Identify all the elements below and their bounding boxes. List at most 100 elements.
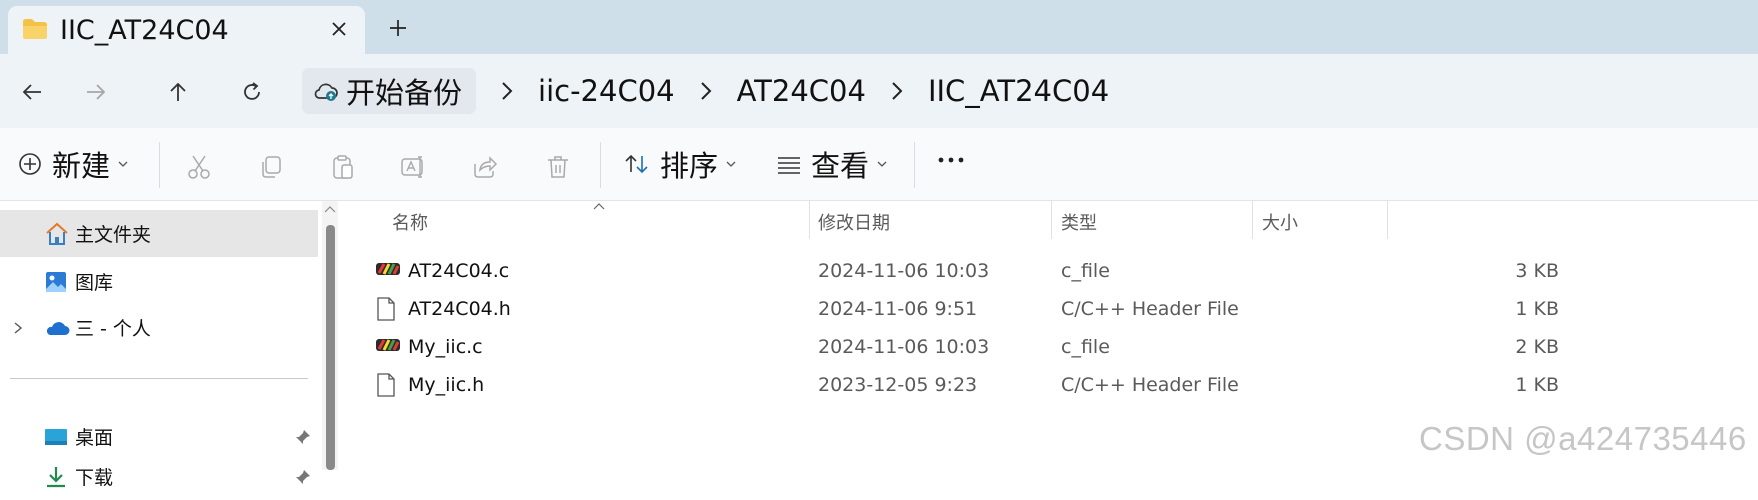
plus-circle-icon xyxy=(18,152,42,176)
column-header-date[interactable]: 修改日期 xyxy=(818,209,890,235)
blank-file-icon xyxy=(375,373,397,397)
new-button-label: 新建 xyxy=(52,149,111,183)
home-icon xyxy=(44,222,70,246)
sidebar-item-label: 图库 xyxy=(75,272,114,294)
file-size: 1 KB xyxy=(1515,374,1559,396)
file-size: 2 KB xyxy=(1515,336,1559,358)
file-date: 2023-12-05 9:23 xyxy=(818,374,978,396)
gallery-icon xyxy=(44,270,68,294)
folder-icon xyxy=(22,18,48,40)
tab-active[interactable]: IIC_AT24C04 xyxy=(8,6,365,54)
view-button-label: 查看 xyxy=(811,149,870,183)
column-header-size[interactable]: 大小 xyxy=(1262,209,1298,235)
sidebar-item-gallery[interactable]: 图库 xyxy=(0,258,318,305)
sidebar-item-label: 三 - 个人 xyxy=(75,318,151,340)
breadcrumb: 开始备份 iic-24C04 AT24C04 IIC_AT24C04 xyxy=(302,64,1109,118)
blank-file-icon xyxy=(375,297,397,321)
pin-icon[interactable] xyxy=(295,429,311,445)
file-name: My_iic.c xyxy=(408,336,483,358)
sort-ascending-caret-icon xyxy=(592,201,606,211)
more-dots-icon xyxy=(936,155,966,165)
new-button[interactable]: 新建 xyxy=(18,139,128,189)
sidebar-scrollbar-thumb[interactable] xyxy=(326,225,335,470)
file-type: C/C++ Header File xyxy=(1061,374,1239,396)
table-row[interactable]: My_iic.c 2024-11-06 10:03 c_file 2 KB xyxy=(340,325,1758,368)
close-icon[interactable] xyxy=(330,20,348,38)
sidebar-divider xyxy=(10,378,308,379)
breadcrumb-home[interactable]: 开始备份 xyxy=(302,68,477,114)
refresh-icon[interactable] xyxy=(240,80,264,104)
chevron-down-icon xyxy=(877,160,887,168)
breadcrumb-item[interactable]: iic-24C04 xyxy=(538,74,675,108)
chevron-down-icon xyxy=(726,160,736,168)
scroll-up-arrow-icon[interactable] xyxy=(323,203,337,215)
watermark: CSDN @a424735446 xyxy=(1419,420,1747,457)
sidebar-item-home[interactable]: 主文件夹 xyxy=(0,210,318,257)
column-divider[interactable] xyxy=(1387,201,1388,239)
desktop-icon xyxy=(44,427,68,447)
sidebar-item-downloads[interactable]: 下载 xyxy=(0,453,318,500)
table-row[interactable]: My_iic.h 2023-12-05 9:23 C/C++ Header Fi… xyxy=(340,363,1758,406)
pin-icon[interactable] xyxy=(295,469,311,485)
arrow-up-icon[interactable] xyxy=(166,80,190,104)
command-bar: 新建 排序 查看 xyxy=(0,128,1758,201)
sidebar-item-onedrive[interactable]: 三 - 个人 xyxy=(0,304,318,351)
column-divider[interactable] xyxy=(809,201,810,239)
cut-icon[interactable] xyxy=(186,154,212,180)
file-type: C/C++ Header File xyxy=(1061,298,1239,320)
rename-icon[interactable] xyxy=(400,154,426,180)
file-name: AT24C04.c xyxy=(408,260,510,282)
column-header-type[interactable]: 类型 xyxy=(1061,209,1097,235)
share-icon[interactable] xyxy=(472,154,498,180)
download-icon xyxy=(44,465,68,489)
sort-arrows-icon xyxy=(624,152,650,176)
table-row[interactable]: AT24C04.h 2024-11-06 9:51 C/C++ Header F… xyxy=(340,287,1758,330)
tab-strip: IIC_AT24C04 xyxy=(0,0,1758,54)
sort-button[interactable]: 排序 xyxy=(624,139,736,189)
table-row[interactable]: AT24C04.c 2024-11-06 10:03 c_file 3 KB xyxy=(340,249,1758,292)
tab-title: IIC_AT24C04 xyxy=(60,15,229,46)
onedrive-cloud-icon xyxy=(44,319,70,337)
arrow-left-icon[interactable] xyxy=(20,80,44,104)
toolbar-divider xyxy=(914,142,915,188)
column-divider[interactable] xyxy=(1252,201,1253,239)
file-size: 3 KB xyxy=(1515,260,1559,282)
file-date: 2024-11-06 10:03 xyxy=(818,336,990,358)
chevron-right-icon[interactable] xyxy=(500,80,514,102)
navigation-pane: 主文件夹 图库 三 - 个人 桌面 下载 xyxy=(0,201,322,489)
file-name: My_iic.h xyxy=(408,374,485,396)
breadcrumb-item-current[interactable]: IIC_AT24C04 xyxy=(928,74,1109,108)
delete-icon[interactable] xyxy=(545,154,571,180)
file-type: c_file xyxy=(1061,260,1110,282)
more-options-button[interactable] xyxy=(936,140,966,180)
chevron-right-icon[interactable] xyxy=(890,80,904,102)
file-date: 2024-11-06 10:03 xyxy=(818,260,990,282)
file-name: AT24C04.h xyxy=(408,298,511,320)
address-bar-row: 开始备份 iic-24C04 AT24C04 IIC_AT24C04 xyxy=(0,54,1758,128)
plus-icon[interactable] xyxy=(388,18,408,38)
chevron-right-icon[interactable] xyxy=(699,80,713,102)
column-divider[interactable] xyxy=(1051,201,1052,239)
toolbar-divider xyxy=(159,142,160,188)
arrow-right-icon[interactable] xyxy=(84,80,108,104)
sort-button-label: 排序 xyxy=(660,149,719,183)
sidebar-item-label: 桌面 xyxy=(75,427,114,449)
cloud-backup-icon xyxy=(314,80,338,102)
copy-icon[interactable] xyxy=(258,154,284,180)
file-date: 2024-11-06 9:51 xyxy=(818,298,978,320)
paste-icon[interactable] xyxy=(330,154,356,180)
sidebar-item-label: 下载 xyxy=(75,467,114,489)
view-button[interactable]: 查看 xyxy=(777,139,887,189)
column-header-name[interactable]: 名称 xyxy=(392,209,428,235)
breadcrumb-item[interactable]: AT24C04 xyxy=(737,74,866,108)
chevron-down-icon xyxy=(118,160,128,168)
toolbar-divider xyxy=(600,142,601,188)
keil-c-file-icon xyxy=(375,259,401,279)
file-type: c_file xyxy=(1061,336,1110,358)
chevron-right-icon[interactable] xyxy=(13,321,23,335)
view-lines-icon xyxy=(777,153,801,175)
sidebar-item-label: 主文件夹 xyxy=(75,224,152,246)
breadcrumb-home-label: 开始备份 xyxy=(346,76,463,110)
keil-c-file-icon xyxy=(375,335,401,355)
file-size: 1 KB xyxy=(1515,298,1559,320)
